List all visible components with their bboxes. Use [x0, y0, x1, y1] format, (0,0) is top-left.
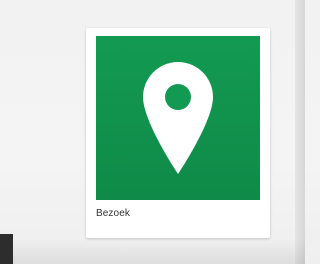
tile-image [96, 36, 260, 200]
left-panel-edge [0, 234, 13, 264]
window-right-edge [295, 0, 305, 264]
bottom-shadow [0, 238, 305, 264]
tile-label: Bezoek [96, 208, 130, 219]
map-pin-icon [143, 62, 213, 174]
bezoek-tile[interactable]: Bezoek [86, 28, 270, 238]
